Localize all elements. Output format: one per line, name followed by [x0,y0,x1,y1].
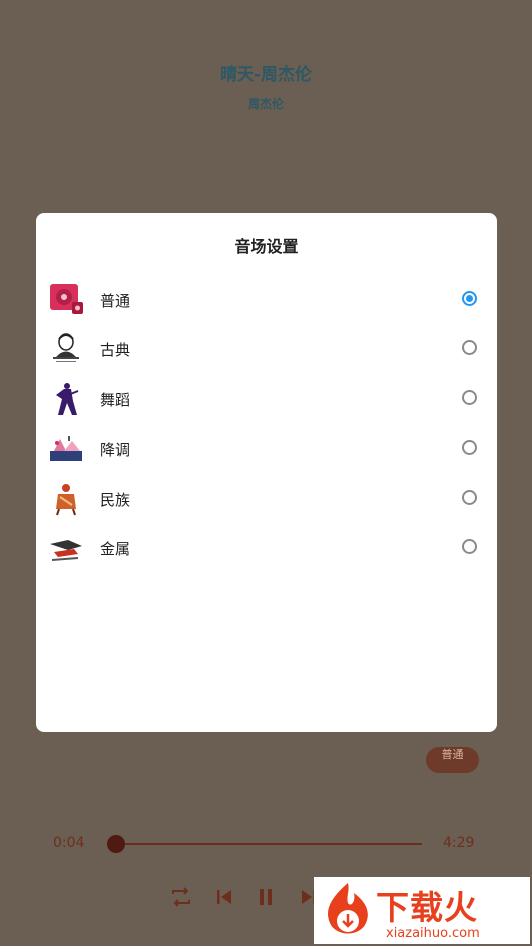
option-dance[interactable]: 舞蹈 [36,375,497,423]
speaker-icon [50,284,83,314]
progress-track[interactable] [116,843,422,845]
sound-mode-button[interactable]: 普通 [426,747,479,773]
sound-field-dialog: 音场设置 普通 古典 舞蹈 降调 民族 金属 [36,213,497,732]
radio-dance[interactable] [462,390,477,405]
repeat-icon[interactable] [168,884,194,910]
radio-metal[interactable] [462,539,477,554]
song-title: 晴天-周杰伦 [219,65,313,85]
dancer-icon [56,383,79,415]
folk-figure-icon [56,484,76,516]
option-label: 普通 [100,292,131,310]
pause-icon[interactable] [253,884,279,910]
radio-lowered-key[interactable] [462,440,477,455]
watermark: 下载火 xiazaihuo.com [314,877,530,944]
radio-normal[interactable] [462,291,477,306]
option-label: 降调 [100,441,131,459]
watermark-brand: 下载火 [376,888,478,927]
option-classical[interactable]: 古典 [36,325,497,373]
option-folk[interactable]: 民族 [36,475,497,523]
flame-logo-icon [328,883,368,934]
option-lowered-key[interactable]: 降调 [36,425,497,473]
lowered-key-icon [50,436,82,461]
song-artist: 周杰伦 [247,97,284,111]
option-label: 舞蹈 [100,391,131,409]
total-time: 4:29 [443,835,475,851]
watermark-site: xiazaihuo.com [386,926,480,941]
option-label: 古典 [100,341,131,359]
classical-portrait-icon [53,333,79,362]
radio-classical[interactable] [462,340,477,355]
radio-folk[interactable] [462,490,477,505]
option-label: 金属 [100,540,131,558]
option-normal[interactable]: 普通 [36,276,497,324]
option-label: 民族 [100,491,131,509]
metal-icon [50,540,82,561]
dialog-title: 音场设置 [234,237,299,256]
option-metal[interactable]: 金属 [36,524,497,572]
progress-knob[interactable] [107,835,125,853]
current-time: 0:04 [53,835,85,851]
previous-icon[interactable] [211,884,237,910]
